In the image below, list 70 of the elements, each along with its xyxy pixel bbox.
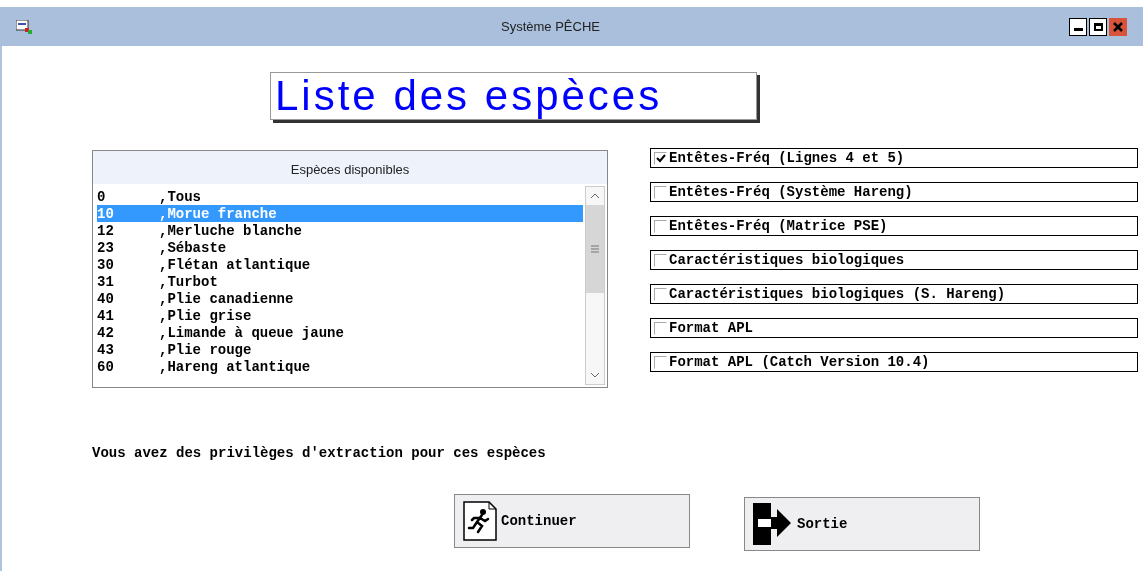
checkbox[interactable]: [654, 151, 667, 165]
option-checkbox[interactable]: Format APL (Catch Version 10.4): [650, 352, 1138, 372]
option-checkbox[interactable]: Entêtes-Fréq (Système Hareng): [650, 182, 1138, 202]
species-name: ,Flétan atlantique: [159, 257, 311, 272]
exit-button[interactable]: Sortie: [744, 497, 980, 551]
continue-button[interactable]: Continuer: [454, 494, 690, 548]
species-name: ,Tous: [159, 189, 201, 204]
species-row[interactable]: 40 ,Plie canadienne: [97, 290, 583, 307]
app-icon: [16, 19, 32, 34]
checkbox[interactable]: [654, 355, 667, 369]
species-code: 43: [97, 342, 115, 357]
species-row[interactable]: 30 ,Flétan atlantique: [97, 256, 583, 273]
species-row[interactable]: 23 ,Sébaste: [97, 239, 583, 256]
checkbox[interactable]: [654, 321, 667, 335]
species-name: ,Limande à queue jaune: [159, 325, 344, 340]
option-label: Entêtes-Fréq (Système Hareng): [669, 185, 913, 199]
scrollbar[interactable]: [585, 186, 605, 385]
species-row[interactable]: 31 ,Turbot: [97, 273, 583, 290]
maximize-button[interactable]: [1089, 17, 1107, 36]
privileges-message: Vous avez des privilèges d'extraction pour ces espèces: [92, 444, 547, 463]
exit-arrow-icon: [753, 503, 793, 545]
species-code: 10: [97, 206, 115, 221]
species-code: 42: [97, 325, 115, 340]
species-row[interactable]: 41 ,Plie grise: [97, 307, 583, 324]
scroll-thumb[interactable]: [586, 205, 604, 293]
option-checkbox[interactable]: Caractéristiques biologiques (S. Hareng): [650, 284, 1138, 304]
page-heading: Liste des espèces: [275, 75, 663, 117]
checkbox[interactable]: [654, 287, 667, 301]
option-checkbox[interactable]: Entêtes-Fréq (Matrice PSE): [650, 216, 1138, 236]
checkbox[interactable]: [654, 219, 667, 233]
check-icon: [655, 153, 666, 163]
species-name: ,Sébaste: [159, 240, 227, 255]
option-checkbox[interactable]: Format APL: [650, 318, 1138, 338]
species-code: 23: [97, 240, 115, 255]
species-code: 60: [97, 359, 115, 374]
species-code: 31: [97, 274, 115, 289]
option-label: Entêtes-Fréq (Lignes 4 et 5): [669, 151, 905, 165]
close-button[interactable]: [1109, 17, 1127, 36]
checkbox[interactable]: [654, 253, 667, 267]
option-label: Entêtes-Fréq (Matrice PSE): [669, 219, 888, 233]
species-code: 12: [97, 223, 115, 238]
option-label: Caractéristiques biologiques: [669, 253, 905, 267]
species-code: 40: [97, 291, 115, 306]
species-name: ,Hareng atlantique: [159, 359, 311, 374]
species-name: ,Merluche blanche: [159, 223, 302, 238]
option-checkbox[interactable]: Caractéristiques biologiques: [650, 250, 1138, 270]
checkbox[interactable]: [654, 185, 667, 199]
close-icon: [1113, 21, 1123, 32]
minimize-button[interactable]: [1069, 17, 1087, 36]
species-name: ,Plie grise: [159, 308, 252, 323]
species-row[interactable]: 0 ,Tous: [97, 188, 583, 205]
listbox-header: Espèces disponibles: [290, 160, 410, 179]
species-name: ,Turbot: [159, 274, 218, 289]
species-code: 41: [97, 308, 115, 323]
species-row[interactable]: 60 ,Hareng atlantique: [97, 358, 583, 375]
species-row[interactable]: 42 ,Limande à queue jaune: [97, 324, 583, 341]
running-figure-icon: [463, 501, 497, 541]
species-row[interactable]: 12 ,Merluche blanche: [97, 222, 583, 239]
option-label: Format APL (Catch Version 10.4): [669, 355, 930, 369]
species-code: 30: [97, 257, 115, 272]
option-label: Format APL: [669, 321, 753, 335]
window-title: Système PÊCHE: [500, 17, 601, 36]
grip-icon: [590, 245, 600, 253]
option-label: Caractéristiques biologiques (S. Hareng): [669, 287, 1006, 301]
species-name: ,Morue franche: [159, 206, 277, 221]
species-name: ,Plie rouge: [159, 342, 252, 357]
species-row[interactable]: 43 ,Plie rouge: [97, 341, 583, 358]
option-checkbox[interactable]: Entêtes-Fréq (Lignes 4 et 5): [650, 148, 1138, 168]
species-name: ,Plie canadienne: [159, 291, 294, 306]
species-code: 0: [97, 189, 107, 204]
